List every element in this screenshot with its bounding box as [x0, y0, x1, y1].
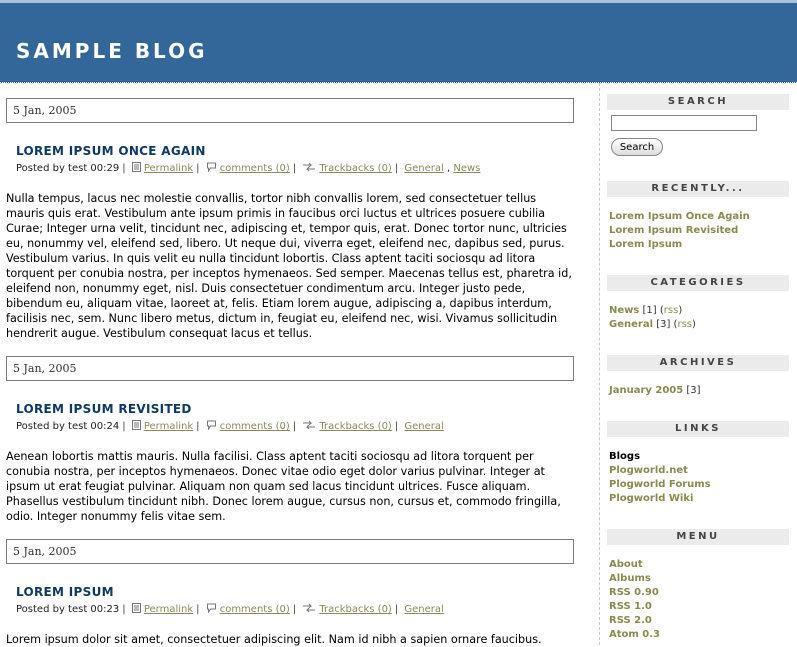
- post-title[interactable]: LOREM IPSUM: [16, 585, 114, 599]
- category-link-news[interactable]: News: [609, 305, 639, 316]
- blog-header: SAMPLE BLOG: [0, 0, 797, 83]
- recently-heading: RECENTLY...: [607, 181, 789, 197]
- comments-link[interactable]: comments (0): [220, 604, 290, 615]
- post-body: Nulla tempus, lacus nec molestie convall…: [6, 192, 572, 340]
- trackbacks-icon: [303, 162, 316, 172]
- category-rss-link[interactable]: rss: [677, 319, 692, 330]
- recent-post-link[interactable]: Lorem Ipsum Once Again: [609, 210, 750, 224]
- menu-item-albums[interactable]: Albums: [609, 572, 660, 586]
- links-heading: LINKS: [607, 421, 789, 437]
- comments-icon: [206, 603, 216, 613]
- sidebar: SEARCH Search RECENTLY... Lorem Ipsum On…: [599, 83, 797, 645]
- post-date: 5 Jan, 2005: [6, 356, 574, 381]
- permalink-icon: [131, 162, 141, 172]
- comments-link[interactable]: comments (0): [220, 421, 290, 432]
- categories-heading: CATEGORIES: [607, 275, 789, 291]
- menu-item-rss-10[interactable]: RSS 1.0: [609, 600, 660, 614]
- menu-item-about[interactable]: About: [609, 558, 660, 572]
- comments-icon: [206, 420, 216, 430]
- post-title[interactable]: LOREM IPSUM REVISITED: [16, 402, 192, 416]
- archives-list: January 2005 [3]: [609, 384, 701, 398]
- menu-item-rss-090[interactable]: RSS 0.90: [609, 586, 660, 600]
- menu-item-atom-03[interactable]: Atom 0.3: [609, 628, 660, 642]
- post-meta: Posted by test 00:23 | Permalink | comment…: [16, 603, 444, 615]
- post-author-time: Posted by test 00:29: [16, 163, 120, 174]
- permalink-link[interactable]: Permalink: [144, 163, 193, 174]
- permalink-icon: [131, 603, 141, 613]
- main-content: 5 Jan, 2005 LOREM IPSUM ONCE AGAIN Poste…: [0, 83, 598, 646]
- post-author-time: Posted by test 00:24: [16, 421, 120, 432]
- search-input[interactable]: [611, 115, 757, 131]
- comments-icon: [206, 162, 216, 172]
- blog-title[interactable]: SAMPLE BLOG: [16, 39, 208, 63]
- archive-item: January 2005 [3]: [609, 384, 701, 398]
- menu-item-rss-20[interactable]: RSS 2.0: [609, 614, 660, 628]
- permalink-link[interactable]: Permalink: [144, 604, 193, 615]
- trackbacks-icon: [303, 420, 316, 430]
- category-link-general[interactable]: General: [404, 604, 443, 615]
- category-item: General [3] (rss): [609, 319, 696, 330]
- category-count: [1]: [642, 305, 657, 316]
- external-link[interactable]: Plogworld Forums: [609, 478, 711, 492]
- post-date: 5 Jan, 2005: [6, 539, 574, 564]
- permalink-icon: [131, 420, 141, 430]
- trackbacks-link[interactable]: Trackbacks (0): [319, 163, 392, 174]
- menu-heading: MENU: [607, 529, 789, 545]
- search-heading: SEARCH: [607, 94, 789, 110]
- category-link-news[interactable]: News: [453, 163, 480, 174]
- trackbacks-icon: [303, 603, 316, 613]
- links-list: Blogs Plogworld.net Plogworld Forums Plo…: [609, 450, 711, 506]
- archive-link[interactable]: January 2005: [609, 385, 683, 396]
- post-meta: Posted by test 00:24 | Permalink | comment…: [16, 420, 444, 432]
- category-rss-link[interactable]: rss: [664, 305, 679, 316]
- post-title[interactable]: LOREM IPSUM ONCE AGAIN: [16, 144, 206, 158]
- trackbacks-link[interactable]: Trackbacks (0): [319, 604, 392, 615]
- post-author-time: Posted by test 00:23: [16, 604, 120, 615]
- categories-list: News [1] (rss) General [3] (rss): [609, 304, 696, 332]
- trackbacks-link[interactable]: Trackbacks (0): [319, 421, 392, 432]
- recently-list: Lorem Ipsum Once Again Lorem Ipsum Revis…: [609, 210, 750, 252]
- comments-link[interactable]: comments (0): [220, 163, 290, 174]
- recent-post-link[interactable]: Lorem Ipsum Revisited: [609, 224, 750, 238]
- category-item: News [1] (rss): [609, 305, 683, 316]
- recent-post-link[interactable]: Lorem Ipsum: [609, 238, 750, 252]
- links-group-label: Blogs: [609, 451, 641, 462]
- category-link-general[interactable]: General: [404, 421, 443, 432]
- menu-list: About Albums RSS 0.90 RSS 1.0 RSS 2.0 At…: [609, 558, 660, 642]
- category-link-general[interactable]: General: [404, 163, 443, 174]
- category-count: [3]: [656, 319, 671, 330]
- post-date: 5 Jan, 2005: [6, 98, 574, 123]
- search-button[interactable]: Search: [611, 138, 663, 156]
- archives-heading: ARCHIVES: [607, 355, 789, 371]
- post-meta: Posted by test 00:29 | Permalink | comment…: [16, 162, 481, 174]
- external-link[interactable]: Plogworld Wiki: [609, 492, 711, 506]
- post-body: Aenean lobortis mattis mauris. Nulla fac…: [6, 450, 561, 523]
- permalink-link[interactable]: Permalink: [144, 421, 193, 432]
- archive-count: [3]: [686, 385, 701, 396]
- external-link[interactable]: Plogworld.net: [609, 464, 711, 478]
- category-link-general[interactable]: General: [609, 319, 653, 330]
